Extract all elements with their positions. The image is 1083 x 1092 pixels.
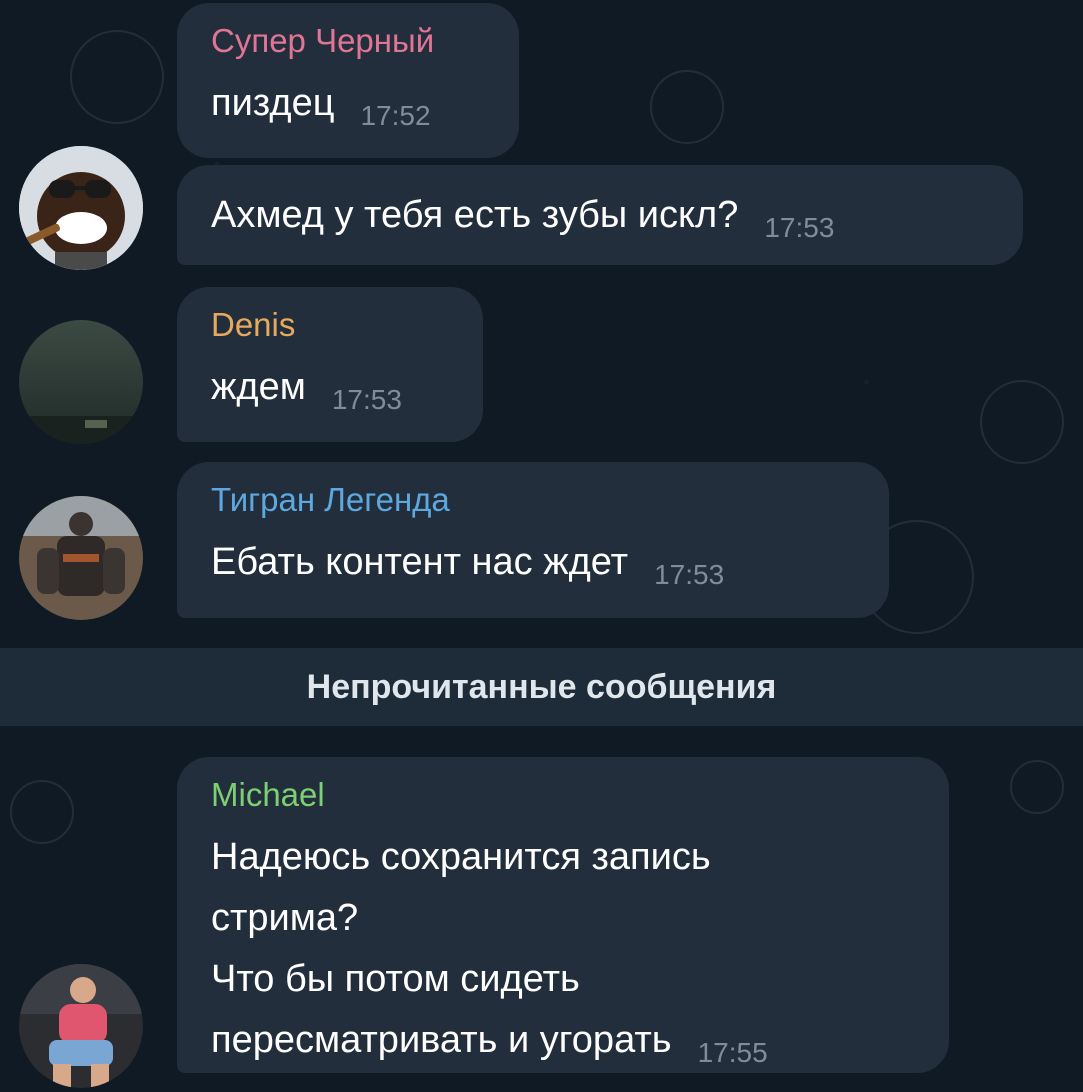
background-doodle [980, 380, 1064, 464]
message-text: Надеюсь сохранится запись стрима? Что бы… [211, 827, 915, 1083]
avatar[interactable] [19, 320, 143, 444]
unread-messages-divider: Непрочитанные сообщения [0, 648, 1083, 726]
message-time: 17:53 [764, 212, 835, 243]
message-time: 17:52 [360, 100, 431, 131]
background-doodle [650, 70, 724, 144]
message-text-line-last: пересматривать и угорать 17:55 [211, 1010, 915, 1083]
sender-name[interactable]: Michael [211, 775, 915, 815]
message-text-line: стрима? [211, 897, 359, 939]
avatar-image [19, 320, 143, 444]
background-doodle [70, 30, 164, 124]
avatar-image [19, 146, 143, 270]
sender-name[interactable]: Тигран Легенда [211, 480, 855, 520]
message-bubble[interactable]: Michael Надеюсь сохранится запись стрима… [177, 757, 949, 1073]
message-text: пиздец 17:52 [211, 73, 485, 146]
sender-name[interactable]: Супер Черный [211, 21, 485, 61]
avatar[interactable] [19, 146, 143, 270]
avatar[interactable] [19, 964, 143, 1088]
message-time: 17:55 [697, 1037, 768, 1068]
message-text-line: Надеюсь сохранится запись [211, 836, 711, 878]
message-time: 17:53 [331, 384, 402, 415]
avatar-image [19, 496, 143, 620]
message-bubble[interactable]: Супер Черный пиздец 17:52 [177, 3, 519, 158]
background-doodle [1010, 760, 1064, 814]
message-text: ждем 17:53 [211, 357, 449, 430]
message-bubble[interactable]: Ахмед у тебя есть зубы искл? 17:53 [177, 165, 1023, 265]
message-bubble[interactable]: Denis ждем 17:53 [177, 287, 483, 442]
unread-messages-label: Непрочитанные сообщения [306, 667, 777, 706]
message-text-line: Что бы потом сидеть [211, 958, 580, 1000]
avatar-image [19, 964, 143, 1088]
background-doodle [10, 780, 74, 844]
sender-name[interactable]: Denis [211, 305, 449, 345]
avatar[interactable] [19, 496, 143, 620]
message-text: Ахмед у тебя есть зубы искл? 17:53 [211, 185, 989, 258]
message-text: Ебать контент нас ждет 17:53 [211, 532, 855, 605]
message-bubble[interactable]: Тигран Легенда Ебать контент нас ждет 17:… [177, 462, 889, 618]
message-time: 17:53 [654, 559, 725, 590]
